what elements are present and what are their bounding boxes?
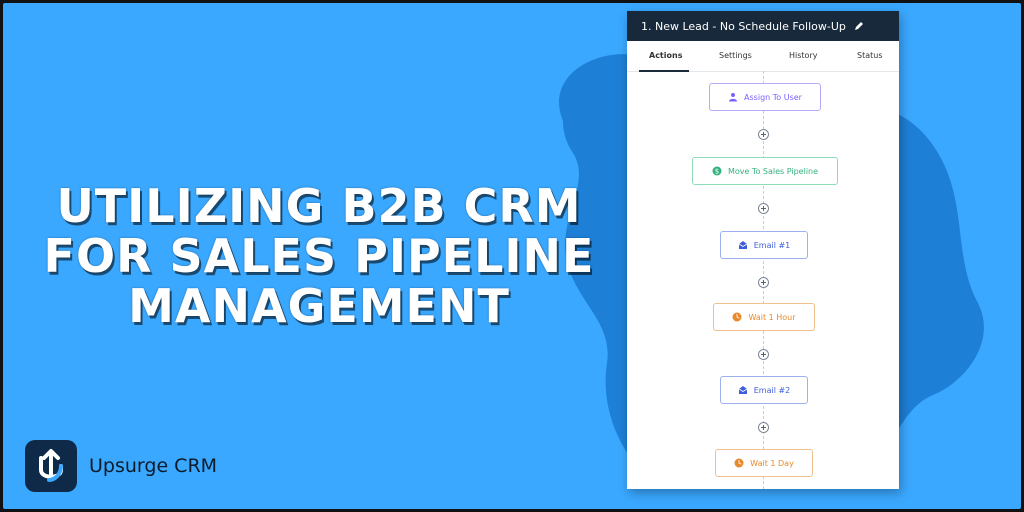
step-label: Email #1 [753, 240, 791, 250]
add-step-button[interactable] [758, 129, 769, 140]
headline-line-2: FOR SALES PIPELINE [43, 229, 595, 283]
banner: UTILIZING B2B CRM FOR SALES PIPELINE MAN… [0, 0, 1024, 512]
step-label: Wait 1 Day [750, 458, 794, 468]
user-icon [729, 93, 738, 102]
tab-settings[interactable]: Settings [719, 51, 752, 60]
step-move-to-sales-pipeline[interactable]: $ Move To Sales Pipeline [692, 157, 838, 185]
dollar-icon: $ [712, 166, 722, 176]
step-label: Email #2 [753, 385, 791, 395]
workflow-canvas: Assign To User $ Move To Sales Pipeline [627, 71, 899, 489]
step-assign-to-user[interactable]: Assign To User [709, 83, 821, 111]
step-email-2[interactable]: Email #2 [720, 376, 808, 404]
workflow-panel: 1. New Lead - No Schedule Follow-Up Acti… [627, 11, 899, 489]
banner-background: UTILIZING B2B CRM FOR SALES PIPELINE MAN… [3, 3, 1021, 509]
upsurge-logo-icon [25, 440, 77, 492]
tab-status[interactable]: Status [857, 51, 883, 60]
step-email-1[interactable]: Email #1 [720, 231, 808, 259]
add-step-button[interactable] [758, 349, 769, 360]
tab-actions[interactable]: Actions [649, 51, 682, 60]
headline: UTILIZING B2B CRM FOR SALES PIPELINE MAN… [29, 181, 609, 331]
tab-history[interactable]: History [789, 51, 817, 60]
clock-icon [734, 458, 744, 468]
headline-line-3: MANAGEMENT [128, 279, 510, 333]
headline-line-1: UTILIZING B2B CRM [56, 179, 582, 233]
add-step-button[interactable] [758, 422, 769, 433]
step-label: Move To Sales Pipeline [727, 166, 819, 176]
step-label: Assign To User [744, 92, 802, 102]
email-icon [738, 386, 747, 394]
pencil-icon[interactable] [853, 20, 865, 32]
workflow-title: 1. New Lead - No Schedule Follow-Up [641, 19, 846, 33]
svg-text:$: $ [715, 168, 719, 176]
workflow-tabs: Actions Settings History Status [627, 41, 899, 72]
step-label: Wait 1 Hour [748, 312, 796, 322]
workflow-header: 1. New Lead - No Schedule Follow-Up [627, 11, 899, 41]
step-wait-1-day[interactable]: Wait 1 Day [715, 449, 813, 477]
clock-icon [732, 312, 742, 322]
add-step-button[interactable] [758, 277, 769, 288]
add-step-button[interactable] [758, 203, 769, 214]
brand-logo: Upsurge CRM [25, 440, 217, 492]
brand-name: Upsurge CRM [89, 455, 218, 477]
email-icon [738, 241, 747, 249]
step-wait-1-hour[interactable]: Wait 1 Hour [713, 303, 815, 331]
